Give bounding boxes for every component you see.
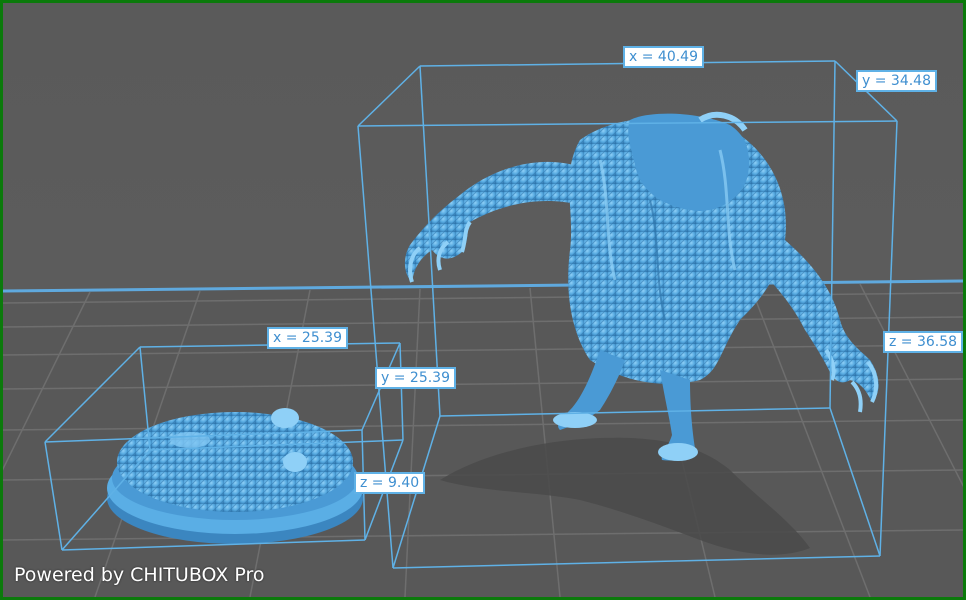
base-x-dimension-label: x = 25.39 bbox=[267, 327, 348, 349]
base-z-dimension-label: z = 9.40 bbox=[354, 472, 426, 494]
creature-y-dimension-label: y = 34.48 bbox=[856, 70, 937, 92]
base-y-dimension-label: y = 25.39 bbox=[375, 367, 456, 389]
creature-x-dimension-label: x = 40.49 bbox=[623, 46, 704, 68]
scene-canvas[interactable] bbox=[3, 3, 963, 597]
3d-viewport[interactable]: x = 25.39 y = 25.39 z = 9.40 x = 40.49 y… bbox=[3, 3, 963, 597]
watermark-text: Powered by CHITUBOX Pro bbox=[14, 564, 265, 586]
creature-z-dimension-label: z = 36.58 bbox=[883, 331, 963, 353]
